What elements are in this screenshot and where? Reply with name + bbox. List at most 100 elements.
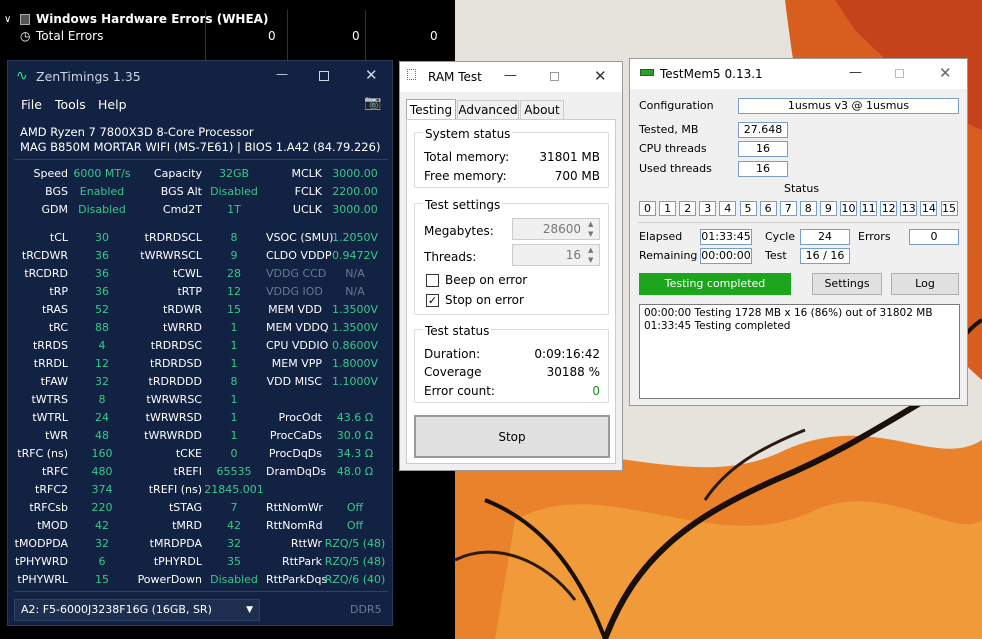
zentimings-titlebar[interactable]: ∿ ZenTimings 1.35 — ✕ <box>8 61 392 93</box>
settings-button[interactable]: Settings <box>812 273 882 295</box>
maximize-icon[interactable] <box>319 71 329 81</box>
timing-value: 21845.001 <box>204 483 264 496</box>
timing-value: 9 <box>230 249 238 262</box>
elapsed-value: 01:33:45 <box>700 229 752 245</box>
timing-label: BGS <box>45 185 68 198</box>
stop-button[interactable]: Stop <box>414 415 610 458</box>
timing-label: BGS Alt <box>160 185 202 198</box>
column-divider <box>205 10 206 60</box>
timing-value: 7 <box>230 501 238 514</box>
timing-label: tCWL <box>173 267 202 280</box>
dimm-select[interactable]: A2: F5-6000J3238F16G (16GB, SR) ▼ <box>14 599 260 621</box>
timing-label: tRP <box>49 285 68 298</box>
timing-label: tRCDWR <box>21 249 68 262</box>
timing-value: 24 <box>95 411 109 424</box>
timing-value: 220 <box>91 501 113 514</box>
menu-file[interactable]: File <box>21 97 42 112</box>
cpu-threads-label: CPU threads <box>639 142 707 155</box>
megabytes-value: 28600 <box>542 222 581 236</box>
timing-value: 32 <box>227 537 241 550</box>
tested-label: Tested, MB <box>639 123 699 136</box>
thread-status-box: 5 <box>739 201 757 216</box>
timing-value: 42 <box>227 519 241 532</box>
close-icon[interactable]: ✕ <box>365 66 378 84</box>
thread-status-box: 8 <box>799 201 817 216</box>
maximize-icon[interactable] <box>895 69 904 78</box>
timing-value: 28 <box>227 267 241 280</box>
timing-label: MCLK <box>291 167 322 180</box>
timing-value: Off <box>346 519 364 532</box>
timing-value: 32 <box>95 537 109 550</box>
megabytes-input[interactable]: 28600 <box>512 218 600 240</box>
timing-label: MEM VDD <box>268 303 322 316</box>
timing-label: tRDRDSCL <box>144 231 202 244</box>
tested-value: 27.648 <box>738 122 788 138</box>
timing-label: RttPark <box>281 555 322 568</box>
log-area[interactable]: 00:00:00 Testing 1728 MB x 16 (86%) out … <box>639 304 960 399</box>
tab-panel: System status Total memory: 31801 MB Fre… <box>406 119 616 464</box>
timing-value: 43.6 Ω <box>336 411 374 424</box>
total-errors-current: 0 <box>268 29 276 43</box>
duration-value: 0:09:16:42 <box>534 347 600 361</box>
stop-on-error-label: Stop on error <box>445 293 524 307</box>
timing-value: 1 <box>230 393 238 406</box>
timing-value: 0 <box>230 447 238 460</box>
timing-value: 374 <box>91 483 113 496</box>
remaining-label: Remaining <box>639 249 698 262</box>
timing-value: 160 <box>91 447 113 460</box>
cycle-value: 24 <box>800 229 850 245</box>
whea-section-row[interactable]: ∨ Windows Hardware Errors (WHEA) <box>0 11 445 28</box>
divider <box>14 591 388 592</box>
camera-icon[interactable]: 📷 <box>364 95 381 111</box>
column-divider <box>365 10 366 60</box>
spinner-icon[interactable]: ▲ ▼ <box>588 219 593 239</box>
minimize-icon[interactable]: — <box>504 68 517 83</box>
menu-tools[interactable]: Tools <box>55 97 86 112</box>
thread-status-box: 15 <box>940 201 958 216</box>
log-line: 01:33:45 Testing completed <box>644 320 791 332</box>
configuration-value: 1usmus v3 @ 1usmus <box>738 98 959 114</box>
ramtest-titlebar[interactable]: RAM Test — ✕ <box>400 62 622 92</box>
timing-value: RZQ/5 (48) <box>324 555 386 568</box>
timing-label: tWRWRSCL <box>140 249 202 262</box>
total-errors-row[interactable]: ◷ Total Errors 0 0 0 <box>0 28 445 45</box>
menu-help[interactable]: Help <box>98 97 127 112</box>
thread-status-box: 2 <box>679 201 697 216</box>
timing-label: tMRDPDA <box>149 537 202 550</box>
threads-value: 16 <box>565 248 581 262</box>
tab-testing[interactable]: Testing <box>406 99 456 120</box>
minimize-icon[interactable]: — <box>849 65 862 80</box>
log-button[interactable]: Log <box>891 273 959 295</box>
tab-advanced[interactable]: Advanced <box>457 100 519 120</box>
stop-on-error-checkbox[interactable]: ✓ <box>426 294 439 307</box>
chevron-down-icon[interactable]: ∨ <box>4 11 11 28</box>
timing-label: VDDG IOD <box>266 285 323 298</box>
timing-label: CLDO VDDP <box>266 249 332 262</box>
zentimings-window: ∿ ZenTimings 1.35 — ✕ File Tools Help 📷 … <box>7 60 393 626</box>
timing-value: RZQ/5 (48) <box>324 537 386 550</box>
timing-label: tRRDL <box>33 357 68 370</box>
tab-about[interactable]: About <box>520 100 564 120</box>
maximize-icon[interactable] <box>550 72 559 81</box>
close-icon[interactable]: ✕ <box>594 67 607 85</box>
threads-input[interactable]: 16 <box>512 244 600 266</box>
timing-label: MEM VPP <box>271 357 322 370</box>
timing-value: 6 <box>98 555 106 568</box>
timing-label: tWTRS <box>31 393 68 406</box>
threads-label: Threads: <box>424 250 477 264</box>
minimize-icon[interactable]: — <box>276 67 288 81</box>
timing-value: 1 <box>230 411 238 424</box>
timing-label: tRRDS <box>32 339 68 352</box>
spinner-icon[interactable]: ▲ ▼ <box>588 245 593 265</box>
test-settings-group: Test settings Megabytes: 28600 ▲ ▼ Thread… <box>414 198 609 315</box>
timing-value: N/A <box>345 285 365 298</box>
timing-label: RttWr <box>290 537 322 550</box>
beep-checkbox[interactable] <box>426 274 439 287</box>
timing-label: tWRWRSC <box>146 393 202 406</box>
timing-label: tMRD <box>172 519 202 532</box>
timing-value: 1.3500V <box>331 321 378 334</box>
close-icon[interactable]: ✕ <box>939 64 952 82</box>
timing-value: 34.3 Ω <box>336 447 374 460</box>
testmem5-titlebar[interactable]: TestMem5 0.13.1 — ✕ <box>630 59 967 89</box>
timing-label: tPHYRDL <box>153 555 202 568</box>
